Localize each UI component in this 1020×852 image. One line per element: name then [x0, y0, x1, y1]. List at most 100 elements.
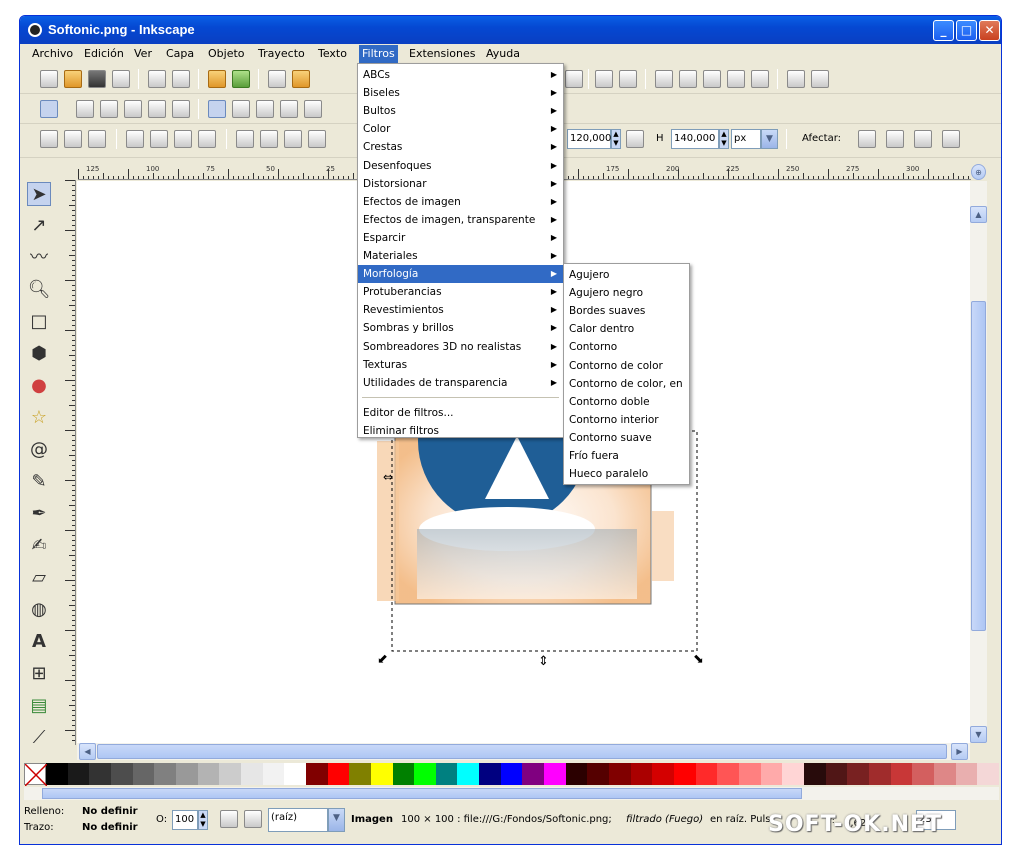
menu-ver[interactable]: Ver — [134, 47, 152, 60]
snap-smooth-icon[interactable] — [280, 100, 298, 118]
color-swatch[interactable] — [630, 763, 653, 785]
filter-category-item[interactable]: Materiales ▶ — [358, 247, 563, 265]
snap-center-icon[interactable] — [172, 100, 190, 118]
color-swatch[interactable] — [609, 763, 631, 785]
rect-icon[interactable]: □ — [27, 310, 51, 334]
snap-midpoint-icon[interactable] — [148, 100, 166, 118]
pencil-icon[interactable]: ✎ — [27, 470, 51, 494]
new-icon[interactable] — [40, 70, 58, 88]
color-swatch[interactable] — [782, 763, 804, 785]
color-swatch[interactable] — [175, 763, 198, 785]
morphology-filter-item[interactable]: Contorno doble — [564, 393, 689, 411]
color-swatch[interactable] — [977, 763, 999, 785]
fill-stroke-icon[interactable] — [655, 70, 673, 88]
filter-category-item[interactable]: Efectos de imagen, transparente ▶ — [358, 211, 563, 229]
print-icon[interactable] — [112, 70, 130, 88]
scale-handle-bottom-right[interactable]: ⬊ — [693, 652, 704, 667]
text-tool-dialog-icon[interactable] — [679, 70, 697, 88]
color-swatch[interactable] — [46, 763, 68, 785]
paint-bucket-icon[interactable]: ◍ — [27, 598, 51, 622]
horizontal-scrollbar[interactable]: ◀ ▶ — [77, 743, 970, 760]
pen-icon[interactable]: ✒ — [27, 502, 51, 526]
star-icon[interactable]: ☆ — [27, 406, 51, 430]
title-bar[interactable]: Softonic.png - Inkscape _ □ ✕ — [20, 16, 1001, 44]
tweak-icon[interactable]: 〰 — [27, 246, 51, 270]
color-swatch[interactable] — [262, 763, 285, 785]
minimize-button[interactable]: _ — [933, 20, 954, 41]
morphology-filter-item[interactable]: Contorno interior — [564, 411, 689, 429]
dropper-icon[interactable]: ⟋ — [27, 726, 51, 750]
raise-to-top-icon[interactable] — [236, 130, 254, 148]
filter-category-item[interactable]: Bultos ▶ — [358, 102, 563, 120]
menu-filtros[interactable]: Filtros — [359, 45, 398, 63]
select-all-layers-icon[interactable] — [64, 130, 82, 148]
morphology-filter-item[interactable]: Agujero — [564, 266, 689, 284]
color-swatch[interactable] — [240, 763, 263, 785]
color-swatch[interactable] — [154, 763, 176, 785]
connector-icon[interactable]: ⊞ — [27, 662, 51, 686]
filter-category-item[interactable]: Sombreadores 3D no realistas ▶ — [358, 338, 563, 356]
gradient-icon[interactable]: ▤ — [27, 694, 51, 718]
snap-toggle-icon[interactable] — [40, 100, 58, 118]
scale-handle-bottom-left[interactable]: ⬋ — [377, 652, 388, 667]
height-spinner[interactable]: ▲ ▼ — [719, 129, 729, 149]
filter-category-item[interactable]: Color ▶ — [358, 120, 563, 138]
save-icon[interactable] — [88, 70, 106, 88]
color-swatch[interactable] — [587, 763, 610, 785]
rotate-ccw-icon[interactable] — [126, 130, 144, 148]
spiral-icon[interactable]: @ — [27, 438, 51, 462]
color-swatch[interactable] — [132, 763, 155, 785]
palette-scroll-thumb[interactable] — [42, 788, 802, 799]
affect-stroke-icon[interactable] — [858, 130, 876, 148]
scroll-down-icon[interactable]: ▼ — [970, 726, 987, 743]
filter-category-item[interactable]: Revestimientos ▶ — [358, 301, 563, 319]
snap-bbox-icon[interactable] — [76, 100, 94, 118]
zoom-corner-icon[interactable]: ⊕ — [971, 164, 986, 180]
lower-to-bottom-icon[interactable] — [308, 130, 326, 148]
document-properties-icon[interactable] — [811, 70, 829, 88]
palette-scrollbar[interactable] — [24, 787, 999, 800]
remove-filters-item[interactable]: Eliminar filtros — [358, 422, 563, 440]
color-swatch[interactable] — [674, 763, 696, 785]
preferences-icon[interactable] — [787, 70, 805, 88]
text-icon[interactable]: A — [27, 630, 51, 654]
color-swatch[interactable] — [327, 763, 350, 785]
color-swatch[interactable] — [933, 763, 956, 785]
affect-pattern-icon[interactable] — [942, 130, 960, 148]
snap-paths-icon[interactable] — [232, 100, 250, 118]
menu-archivo[interactable]: Archivo — [32, 47, 73, 60]
node-icon[interactable]: ↗ — [27, 214, 51, 238]
morphology-filter-item[interactable]: Hueco paralelo — [564, 465, 689, 483]
morphology-filter-item[interactable]: Bordes suaves — [564, 302, 689, 320]
snap-cusp-icon[interactable] — [304, 100, 322, 118]
group-icon[interactable] — [595, 70, 613, 88]
morphology-filter-item[interactable]: Calor dentro — [564, 320, 689, 338]
scroll-left-icon[interactable]: ◀ — [79, 743, 96, 760]
layer-lock-icon[interactable] — [244, 810, 262, 828]
morphology-filter-item[interactable]: Contorno — [564, 338, 689, 356]
color-swatch[interactable] — [868, 763, 891, 785]
color-swatch[interactable] — [544, 763, 566, 785]
filter-category-item[interactable]: Utilidades de transparencia ▶ — [358, 374, 563, 392]
height-field[interactable]: 140,000 — [671, 129, 719, 149]
copy-icon[interactable] — [268, 70, 286, 88]
morphology-filter-item[interactable]: Contorno de color — [564, 357, 689, 375]
color-swatch[interactable] — [284, 763, 306, 785]
color-swatch[interactable] — [110, 763, 133, 785]
menu-objeto[interactable]: Objeto — [208, 47, 245, 60]
close-button[interactable]: ✕ — [979, 20, 1000, 41]
zoom-icon[interactable]: 🔍︎ — [27, 278, 51, 302]
color-swatch[interactable] — [522, 763, 545, 785]
snap-edge-icon[interactable] — [100, 100, 118, 118]
select-all-icon[interactable] — [40, 130, 58, 148]
horizontal-scroll-thumb[interactable] — [97, 744, 947, 759]
color-swatch[interactable] — [197, 763, 220, 785]
color-swatch[interactable] — [500, 763, 523, 785]
scale-handle-left[interactable]: ⇔ — [383, 470, 393, 484]
stroke-value[interactable]: No definir — [82, 822, 138, 833]
color-swatch[interactable] — [349, 763, 371, 785]
color-swatch[interactable] — [760, 763, 783, 785]
deselect-icon[interactable] — [88, 130, 106, 148]
vertical-ruler[interactable] — [60, 180, 76, 745]
color-swatch[interactable] — [89, 763, 111, 785]
